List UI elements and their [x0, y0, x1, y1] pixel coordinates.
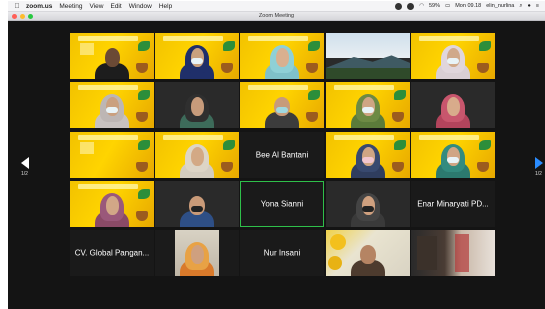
battery-percent: 59%	[429, 3, 441, 9]
video-tile[interactable]	[70, 132, 154, 178]
participant-video	[265, 90, 299, 128]
zoom-status-icon[interactable]	[395, 2, 403, 10]
status-icon[interactable]	[407, 2, 415, 10]
next-page-button[interactable]: 1/2	[532, 149, 545, 185]
participant-name: Yona Sianni	[260, 199, 304, 209]
name-tile[interactable]: Enar Minaryati PD...	[411, 181, 495, 227]
menu-app-name[interactable]: zoom.us	[26, 3, 52, 10]
window-title-bar: Zoom Meeting	[8, 12, 545, 21]
page-indicator: 1/2	[21, 171, 28, 177]
video-tile[interactable]	[411, 82, 495, 128]
battery-icon[interactable]: ▭	[445, 3, 450, 9]
name-tile[interactable]: Yona Sianni	[240, 181, 324, 227]
video-tile[interactable]	[240, 82, 324, 128]
zoom-window-icon[interactable]	[28, 14, 33, 19]
window-controls	[12, 14, 33, 19]
chevron-left-icon	[20, 157, 29, 169]
chevron-right-icon	[534, 157, 543, 169]
user-name[interactable]: elin_nurlina	[486, 3, 514, 9]
clock[interactable]: Mon 09.18	[455, 3, 481, 9]
video-tile[interactable]	[411, 230, 495, 276]
participant-video	[180, 140, 214, 178]
video-tile[interactable]	[70, 33, 154, 79]
participant-video	[265, 41, 299, 79]
wifi-icon[interactable]: ◠	[419, 3, 424, 9]
participant-video	[436, 90, 470, 128]
participant-name: CV. Global Pangan...	[74, 248, 150, 258]
menu-bar:  zoom.us Meeting View Edit Window Help …	[8, 1, 545, 12]
close-icon[interactable]	[12, 14, 17, 19]
status-area: ◠ 59% ▭ Mon 09.18 elin_nurlina ⌕ ● ≡	[395, 2, 545, 10]
previous-page-button[interactable]: 1/2	[18, 149, 31, 185]
participant-video	[95, 90, 129, 128]
gallery-view: 1/2 1/2 Bee Al Bantani Yona Sianni Enar …	[8, 21, 545, 309]
participant-video	[95, 41, 129, 79]
name-tile[interactable]: Bee Al Bantani	[240, 132, 324, 178]
video-tile[interactable]	[326, 181, 410, 227]
menu-item-meeting[interactable]: Meeting	[59, 3, 82, 10]
page-indicator: 1/2	[535, 171, 542, 177]
window-title: Zoom Meeting	[258, 13, 295, 19]
search-icon[interactable]: ⌕	[519, 3, 522, 10]
name-tile[interactable]: Nur Insani	[240, 230, 324, 276]
participant-video	[180, 41, 214, 79]
participant-video	[180, 189, 214, 227]
participant-name: Nur Insani	[263, 248, 301, 258]
video-tile[interactable]	[326, 132, 410, 178]
video-tile[interactable]	[70, 82, 154, 128]
menu-item-window[interactable]: Window	[129, 3, 152, 10]
participant-video	[180, 90, 214, 128]
minimize-icon[interactable]	[20, 14, 25, 19]
video-tile[interactable]	[70, 181, 154, 227]
participant-name: Enar Minaryati PD...	[417, 199, 489, 209]
menu-item-help[interactable]: Help	[159, 3, 172, 10]
participant-video	[436, 41, 470, 79]
name-tile[interactable]: CV. Global Pangan...	[70, 230, 154, 276]
video-tile[interactable]	[155, 33, 239, 79]
video-tile[interactable]	[155, 181, 239, 227]
menu-list-icon[interactable]: ≡	[536, 3, 539, 9]
participant-video	[351, 238, 385, 276]
video-tile[interactable]	[155, 230, 239, 276]
participant-video	[351, 90, 385, 128]
participant-name: Bee Al Bantani	[255, 150, 309, 160]
video-tile[interactable]	[326, 33, 410, 79]
control-center-icon[interactable]: ●	[527, 3, 530, 9]
video-tile[interactable]	[240, 33, 324, 79]
apple-icon[interactable]: 	[13, 2, 21, 10]
video-tile[interactable]	[326, 230, 410, 276]
participant-video	[351, 189, 385, 227]
video-tile[interactable]	[326, 82, 410, 128]
video-tile[interactable]	[411, 132, 495, 178]
video-tile[interactable]	[155, 82, 239, 128]
video-tile[interactable]	[411, 33, 495, 79]
participant-video	[351, 140, 385, 178]
participant-video	[180, 238, 214, 276]
menu-item-edit[interactable]: Edit	[110, 3, 121, 10]
participant-video	[95, 189, 129, 227]
menu-item-view[interactable]: View	[90, 3, 104, 10]
participant-video	[436, 140, 470, 178]
video-tile[interactable]	[155, 132, 239, 178]
